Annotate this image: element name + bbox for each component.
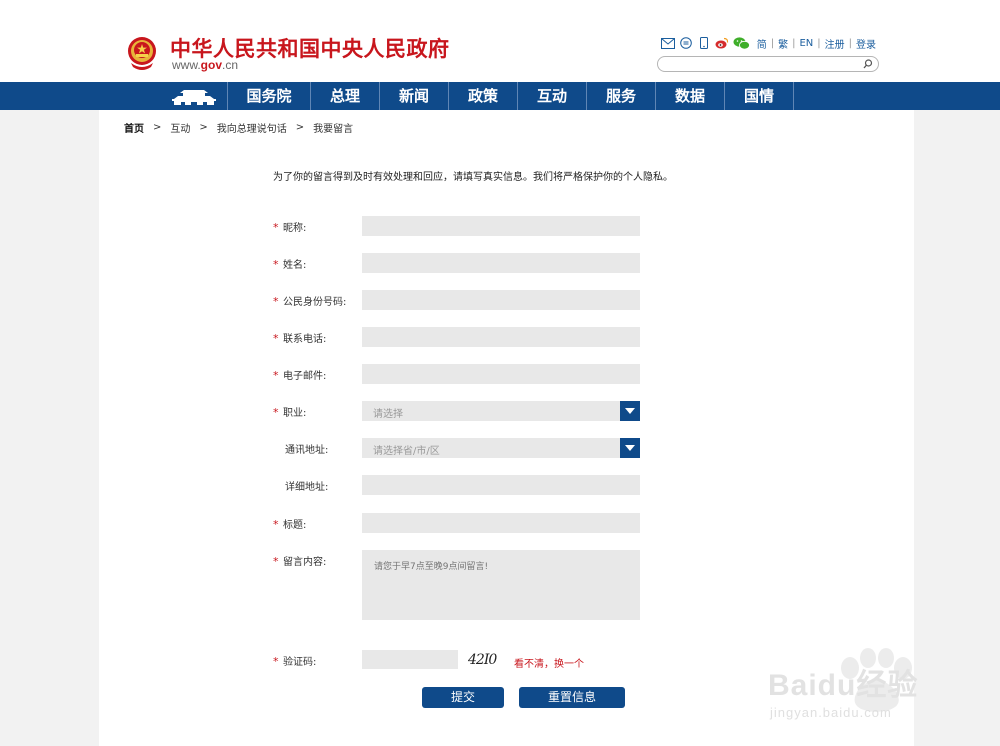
site-url[interactable]: www.gov.cn xyxy=(172,58,238,72)
tiananmen-icon xyxy=(171,90,216,105)
site-url-brand: gov xyxy=(200,58,223,72)
search-input[interactable] xyxy=(666,62,856,77)
login-link[interactable]: 登录 xyxy=(856,36,876,51)
phone-label: * 联系电话: xyxy=(273,332,327,345)
breadcrumb-current: 我要留言 xyxy=(313,124,354,135)
phone-input[interactable] xyxy=(362,327,640,347)
triangle-down-icon xyxy=(625,445,635,451)
address-region-select[interactable]: 请选择省/市/区 xyxy=(362,438,640,458)
required-mark: * xyxy=(273,369,279,382)
divider: | xyxy=(770,37,775,49)
divider: | xyxy=(817,37,821,49)
occupation-label: * 职业: xyxy=(273,406,307,419)
site-search xyxy=(657,56,879,77)
site-url-suffix: .cn xyxy=(222,58,239,72)
address-detail-input[interactable] xyxy=(362,475,640,495)
required-mark: * xyxy=(273,406,279,419)
nav-item-policy[interactable]: 政策 xyxy=(449,82,518,110)
content-label: * 留言内容: xyxy=(273,555,327,568)
name-input[interactable] xyxy=(362,253,640,273)
required-mark: * xyxy=(273,295,279,308)
nickname-input[interactable] xyxy=(362,216,640,236)
nav-item-interaction[interactable]: 互动 xyxy=(518,82,587,110)
captcha-refresh-link[interactable]: 看不清，换一个 xyxy=(514,655,584,670)
mail-icon[interactable] xyxy=(660,36,675,50)
captcha-label: * 验证码: xyxy=(273,655,317,668)
id-number-label: * 公民身份号码: xyxy=(273,295,347,308)
required-mark: * xyxy=(273,655,279,668)
top-toolbar: 简 | 繁 | EN | 注册 | 登录 xyxy=(657,36,876,51)
required-mark: * xyxy=(273,221,279,234)
breadcrumb-talk-to-premier[interactable]: 我向总理说句话 xyxy=(217,120,287,135)
content-textarea[interactable] xyxy=(362,550,640,620)
title-input[interactable] xyxy=(362,513,640,533)
nav-item-data[interactable]: 数据 xyxy=(656,82,725,110)
tiananmen-logo[interactable] xyxy=(160,82,228,110)
triangle-down-icon xyxy=(625,408,635,414)
nickname-label: * 昵称: xyxy=(273,221,307,234)
name-label: * 姓名: xyxy=(273,258,307,271)
breadcrumb-chevron-icon: > xyxy=(199,122,208,133)
breadcrumb: 首页 > 互动 > 我向总理说句话 > 我要留言 xyxy=(124,120,353,135)
divider: | xyxy=(792,37,796,49)
required-mark: * xyxy=(273,518,279,531)
breadcrumb-chevron-icon: > xyxy=(153,122,162,133)
nav-item-state-council[interactable]: 国务院 xyxy=(228,82,311,110)
address-detail-label: 详细地址: xyxy=(285,482,329,493)
english-link[interactable]: EN xyxy=(799,38,813,49)
address-region-select-value: 请选择省/市/区 xyxy=(373,446,440,457)
message-icon[interactable] xyxy=(679,36,693,50)
dropdown-button[interactable] xyxy=(620,438,640,458)
nav-item-national-info[interactable]: 国情 xyxy=(725,82,794,110)
traditional-chinese-link[interactable]: 繁 xyxy=(778,36,788,51)
breadcrumb-home[interactable]: 首页 xyxy=(124,120,144,135)
wechat-icon[interactable] xyxy=(733,36,751,50)
site-url-prefix: www. xyxy=(172,58,201,72)
required-mark: * xyxy=(273,555,279,568)
occupation-select-value: 请选择 xyxy=(373,409,403,420)
dropdown-button[interactable] xyxy=(620,401,640,421)
divider: | xyxy=(848,37,852,49)
register-link[interactable]: 注册 xyxy=(825,36,845,51)
email-input[interactable] xyxy=(362,364,640,384)
required-mark: * xyxy=(273,258,279,271)
captcha-image[interactable]: 42I0 xyxy=(468,652,506,670)
captcha-input[interactable] xyxy=(362,650,458,669)
id-number-input[interactable] xyxy=(362,290,640,310)
reset-button[interactable]: 重置信息 xyxy=(519,687,625,708)
title-label: * 标题: xyxy=(273,518,307,531)
nav-item-premier[interactable]: 总理 xyxy=(311,82,380,110)
email-label: * 电子邮件: xyxy=(273,369,327,382)
nav-item-news[interactable]: 新闻 xyxy=(380,82,449,110)
watermark-subtext: jingyan.baidu.com xyxy=(770,705,892,720)
occupation-select[interactable]: 请选择 xyxy=(362,401,640,421)
form-intro: 为了你的留言得到及时有效处理和回应，请填写真实信息。我们将严格保护你的个人隐私。 xyxy=(273,172,673,183)
mobile-icon[interactable] xyxy=(697,36,711,50)
weibo-icon[interactable] xyxy=(715,36,729,50)
nav-bar: 国务院 总理 新闻 政策 互动 服务 数据 国情 xyxy=(160,82,794,110)
nav-item-services[interactable]: 服务 xyxy=(587,82,656,110)
required-mark: * xyxy=(273,332,279,345)
breadcrumb-interaction[interactable]: 互动 xyxy=(170,120,190,135)
site-header: 中华人民共和国中央人民政府 www.gov.cn 简 | 繁 | EN | 注册… xyxy=(0,0,1000,82)
address-region-label: 通讯地址: xyxy=(285,445,329,456)
main-nav: 国务院 总理 新闻 政策 互动 服务 数据 国情 xyxy=(0,82,1000,110)
search-icon[interactable] xyxy=(862,58,874,70)
breadcrumb-chevron-icon: > xyxy=(295,122,305,133)
watermark-text: Baidu经验 xyxy=(768,669,919,702)
submit-button[interactable]: 提交 xyxy=(422,687,504,708)
simplified-chinese-link[interactable]: 简 xyxy=(757,36,767,51)
national-emblem-icon[interactable] xyxy=(125,35,159,71)
